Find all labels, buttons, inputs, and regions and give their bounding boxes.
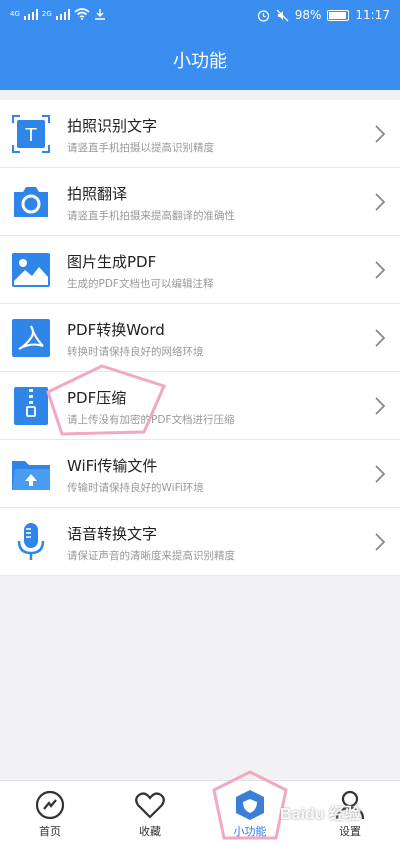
feature-subtitle: 传输时请保持良好的WiFi环境 bbox=[67, 482, 204, 494]
feature-item-wifi-transfer[interactable]: WiFi传输文件 传输时请保持良好的WiFi环境 bbox=[0, 440, 400, 508]
feature-subtitle: 生成的PDF文档也可以编辑注释 bbox=[67, 278, 214, 290]
feature-item-pdf-compress[interactable]: PDF压缩 请上传没有加密的PDF文档进行压缩 bbox=[0, 372, 400, 440]
chevron-right-icon bbox=[375, 397, 386, 415]
bottom-tab-bar: 首页 收藏 小功能 设置 bbox=[0, 780, 400, 844]
svg-text:T: T bbox=[25, 125, 38, 146]
text-recognition-icon: T bbox=[12, 115, 50, 153]
signal-icon bbox=[23, 8, 38, 20]
feature-subtitle: 请上传没有加密的PDF文档进行压缩 bbox=[67, 414, 235, 426]
feature-title: PDF转换Word bbox=[67, 321, 165, 339]
alarm-icon bbox=[257, 9, 269, 22]
chevron-right-icon bbox=[375, 193, 386, 211]
feature-title: PDF压缩 bbox=[67, 389, 127, 407]
feature-title: WiFi传输文件 bbox=[67, 457, 158, 475]
battery-percent: 98% bbox=[294, 8, 322, 22]
feature-item-photo-translate[interactable]: 拍照翻译 请竖直手机拍摄来提高翻译的准确性 bbox=[0, 168, 400, 236]
chevron-right-icon bbox=[375, 465, 386, 483]
tab-label: 收藏 bbox=[139, 825, 161, 838]
feature-title: 拍照识别文字 bbox=[67, 117, 158, 135]
image-icon bbox=[12, 253, 50, 287]
home-icon bbox=[35, 790, 65, 820]
feature-title: 图片生成PDF bbox=[67, 253, 157, 271]
chevron-right-icon bbox=[375, 261, 386, 279]
camera-icon bbox=[14, 187, 48, 217]
tab-home[interactable]: 首页 bbox=[10, 781, 90, 844]
microphone-icon bbox=[17, 523, 45, 560]
clock: 11:17 bbox=[355, 8, 390, 22]
download-icon bbox=[94, 9, 105, 20]
shield-icon bbox=[236, 790, 264, 820]
signal-icon-2 bbox=[55, 8, 70, 20]
status-left: 4G 2G bbox=[10, 8, 106, 20]
feature-item-text-recognition[interactable]: T 拍照识别文字 请竖直手机拍摄以提高识别精度 bbox=[0, 100, 400, 168]
feature-subtitle: 转换时请保持良好的网络环境 bbox=[67, 346, 204, 358]
tab-settings[interactable]: 设置 bbox=[310, 781, 390, 844]
chevron-right-icon bbox=[375, 533, 386, 551]
network-type-2: 2G bbox=[41, 10, 52, 18]
wifi-icon bbox=[74, 8, 90, 20]
feature-item-pdf-to-word[interactable]: PDF转换Word 转换时请保持良好的网络环境 bbox=[0, 304, 400, 372]
tab-favorites[interactable]: 收藏 bbox=[110, 781, 190, 844]
status-right: 98% 11:17 bbox=[257, 8, 390, 22]
user-icon bbox=[335, 790, 365, 820]
feature-subtitle: 请保证声音的清晰度来提高识别精度 bbox=[67, 550, 235, 562]
app-bar: 小功能 bbox=[0, 34, 400, 90]
feature-item-speech-to-text[interactable]: 语音转换文字 请保证声音的清晰度来提高识别精度 bbox=[0, 508, 400, 576]
feature-title: 拍照翻译 bbox=[67, 185, 128, 203]
folder-upload-icon bbox=[12, 461, 50, 490]
tab-label: 设置 bbox=[339, 825, 361, 838]
pdf-icon bbox=[12, 319, 50, 357]
chevron-right-icon bbox=[375, 329, 386, 347]
mute-icon bbox=[276, 9, 289, 21]
heart-icon bbox=[135, 792, 165, 819]
battery-icon bbox=[327, 9, 350, 21]
feature-item-image-to-pdf[interactable]: 图片生成PDF 生成的PDF文档也可以编辑注释 bbox=[0, 236, 400, 304]
feature-subtitle: 请竖直手机拍摄以提高识别精度 bbox=[67, 142, 214, 154]
status-bar: 4G 2G 98% 11:17 bbox=[0, 0, 400, 34]
tab-label: 小功能 bbox=[233, 825, 267, 838]
feature-list: T 拍照识别文字 请竖直手机拍摄以提高识别精度 拍照翻译 请竖直手机拍摄来提高翻… bbox=[0, 100, 400, 576]
zip-icon bbox=[14, 387, 48, 425]
network-type-1: 4G bbox=[10, 10, 20, 18]
tab-label: 首页 bbox=[39, 825, 61, 838]
tab-tools[interactable]: 小功能 bbox=[210, 781, 290, 844]
feature-title: 语音转换文字 bbox=[67, 525, 158, 543]
chevron-right-icon bbox=[375, 125, 386, 143]
page-title: 小功能 bbox=[173, 51, 227, 72]
feature-subtitle: 请竖直手机拍摄来提高翻译的准确性 bbox=[67, 210, 235, 222]
